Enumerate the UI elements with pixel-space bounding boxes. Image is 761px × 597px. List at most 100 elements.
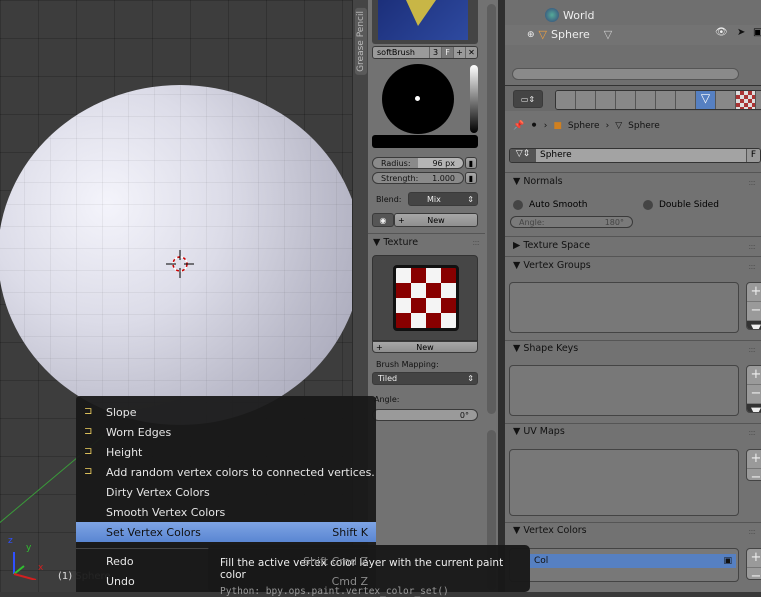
world-icon: [545, 8, 559, 22]
value-slider[interactable]: [470, 65, 478, 133]
tab-render-layers[interactable]: [576, 91, 596, 109]
render-camera-icon[interactable]: ▣: [753, 27, 761, 38]
menu-item-dirty-vertex-colors[interactable]: Dirty Vertex Colors: [76, 482, 376, 502]
tab-constraints[interactable]: [656, 91, 676, 109]
double-sided-checkbox[interactable]: Double Sided: [643, 200, 719, 210]
tab-world[interactable]: [616, 91, 636, 109]
shape-keys-panel-header[interactable]: ▼ Shape Keys: [513, 343, 578, 354]
new-texture-button[interactable]: + New: [372, 341, 478, 353]
undo-shortcut: Cmd Z: [331, 574, 368, 588]
add-brush-icon[interactable]: +: [453, 47, 465, 58]
tab-scene[interactable]: [596, 91, 616, 109]
axis-x-label: x: [38, 563, 44, 573]
brush-selector[interactable]: softBrush 3 F + ✕: [372, 46, 478, 59]
editor-type-icon[interactable]: ▭⇕: [513, 90, 543, 108]
shape-keys-list[interactable]: [509, 365, 739, 416]
angle-label: Angle:: [374, 395, 400, 404]
tab-material[interactable]: [716, 91, 736, 109]
strength-field[interactable]: Strength: 1.000: [372, 172, 464, 184]
menu-item-slope[interactable]: ⊐ Slope: [76, 402, 376, 422]
color-wheel[interactable]: [382, 64, 454, 134]
vertex-colors-panel-header[interactable]: ▼ Vertex Colors: [513, 525, 587, 536]
fake-user-button[interactable]: F: [746, 149, 760, 162]
blend-label: Blend:: [376, 195, 402, 204]
pin-icon[interactable]: 📌: [513, 121, 524, 131]
outliner-item-sphere[interactable]: ⊕ ▽ Sphere ▽: [527, 28, 612, 41]
remove-icon[interactable]: −: [747, 568, 761, 579]
texture-space-panel-header[interactable]: ▶ Texture Space: [513, 240, 590, 251]
outliner: World ⊕ ▽ Sphere ▽ 👁 ➤ ▣: [505, 0, 761, 85]
menu-item-random-vertex-colors[interactable]: ⊐ Add random vertex colors to connected v…: [76, 462, 376, 482]
new-brush-button[interactable]: + New: [394, 213, 478, 227]
uv-maps-list[interactable]: [509, 449, 739, 516]
menu-icon[interactable]: ▼: [747, 321, 761, 329]
vertex-groups-list[interactable]: [509, 282, 739, 333]
auto-smooth-angle-field: Angle: 180°: [510, 216, 633, 228]
unlink-brush-icon[interactable]: ✕: [465, 47, 477, 58]
blend-dropdown[interactable]: Mix ⇕: [408, 192, 478, 206]
brush-name[interactable]: softBrush: [373, 47, 429, 58]
properties-editor: ▭⇕ ▽ 📌 ⚫ › ■ Sphere › ▽ Sphere ▽⇕ Sphere F ▼ N…: [505, 85, 761, 592]
selectable-cursor-icon[interactable]: ➤: [737, 27, 745, 38]
pressure-icon[interactable]: ▮: [465, 172, 477, 184]
expand-icon[interactable]: ⊕: [527, 30, 535, 40]
render-camera-icon: ▣: [723, 556, 732, 566]
properties-tabs: ▽: [555, 90, 761, 110]
mesh-datablock-selector[interactable]: ▽⇕ Sphere F: [509, 148, 761, 163]
add-icon[interactable]: +: [747, 450, 761, 469]
texture-preview[interactable]: [372, 255, 478, 341]
texture-panel-header[interactable]: ▼ Texture: [373, 237, 418, 248]
vertex-colors-list[interactable]: Col ▣: [509, 548, 739, 582]
color-swatch[interactable]: [372, 135, 478, 148]
axis-z-label: z: [8, 536, 13, 546]
vertex-color-buttons: + −: [746, 548, 761, 580]
outliner-scrollbar[interactable]: [512, 68, 739, 80]
remove-icon[interactable]: −: [747, 385, 761, 404]
vertex-groups-panel-header[interactable]: ▼ Vertex Groups: [513, 260, 591, 271]
fake-user-button[interactable]: F: [441, 47, 453, 58]
normals-panel-header[interactable]: ▼ Normals: [513, 176, 563, 187]
uv-maps-panel-header[interactable]: ▼ UV Maps: [513, 426, 565, 437]
mesh-browse-icon[interactable]: ▽⇕: [510, 149, 536, 162]
pressure-icon[interactable]: ▮: [465, 157, 477, 169]
auto-smooth-checkbox[interactable]: Auto Smooth: [513, 200, 587, 210]
tab-object[interactable]: [636, 91, 656, 109]
radius-field[interactable]: Radius: 96 px: [372, 157, 464, 169]
vertex-color-layer-item[interactable]: Col ▣: [530, 554, 736, 568]
brush-users[interactable]: 3: [429, 47, 441, 58]
remove-icon[interactable]: −: [747, 469, 761, 480]
remove-icon[interactable]: −: [747, 302, 761, 321]
object-icon: ■: [553, 121, 562, 131]
tab-data[interactable]: ▽: [696, 91, 716, 109]
add-icon[interactable]: +: [747, 366, 761, 385]
tab-modifiers[interactable]: [676, 91, 696, 109]
tab-render[interactable]: [556, 91, 576, 109]
menu-icon[interactable]: ▼: [747, 404, 761, 412]
tab-particles[interactable]: [756, 91, 761, 109]
scene-icon: ⚫: [530, 121, 538, 131]
tab-texture[interactable]: [736, 91, 756, 109]
menu-item-height[interactable]: ⊐ Height: [76, 442, 376, 462]
add-icon[interactable]: +: [747, 549, 761, 568]
mesh-data-icon[interactable]: ▽: [604, 28, 612, 41]
color-mode-icon[interactable]: ◉: [372, 213, 394, 227]
mesh-icon: ▽: [615, 121, 623, 131]
tab-grease-pencil[interactable]: Grease Pencil: [355, 8, 367, 75]
tool-shelf-scrollbar[interactable]: [485, 0, 498, 592]
brush-preview[interactable]: [372, 0, 478, 44]
brush-mapping-dropdown[interactable]: Tiled ⇕: [372, 372, 478, 385]
angle-field[interactable]: 0°: [372, 409, 478, 421]
mesh-name-field[interactable]: Sphere: [536, 149, 746, 162]
uv-map-buttons: + −: [746, 449, 761, 481]
add-icon[interactable]: +: [747, 283, 761, 302]
visibility-eye-icon[interactable]: 👁: [715, 27, 728, 38]
menu-item-set-vertex-colors[interactable]: Set Vertex Colors Shift K: [76, 522, 376, 542]
menu-item-smooth-vertex-colors[interactable]: Smooth Vertex Colors: [76, 502, 376, 522]
area-divider[interactable]: [498, 0, 505, 592]
outliner-item-world[interactable]: World: [545, 8, 595, 22]
menu-item-worn-edges[interactable]: ⊐ Worn Edges: [76, 422, 376, 442]
vertex-group-buttons: + − ▼: [746, 282, 761, 330]
redo-shortcut: Shift Cmd Z: [303, 554, 368, 568]
script-icon: ⊐: [84, 426, 93, 437]
script-icon: ⊐: [84, 406, 93, 417]
